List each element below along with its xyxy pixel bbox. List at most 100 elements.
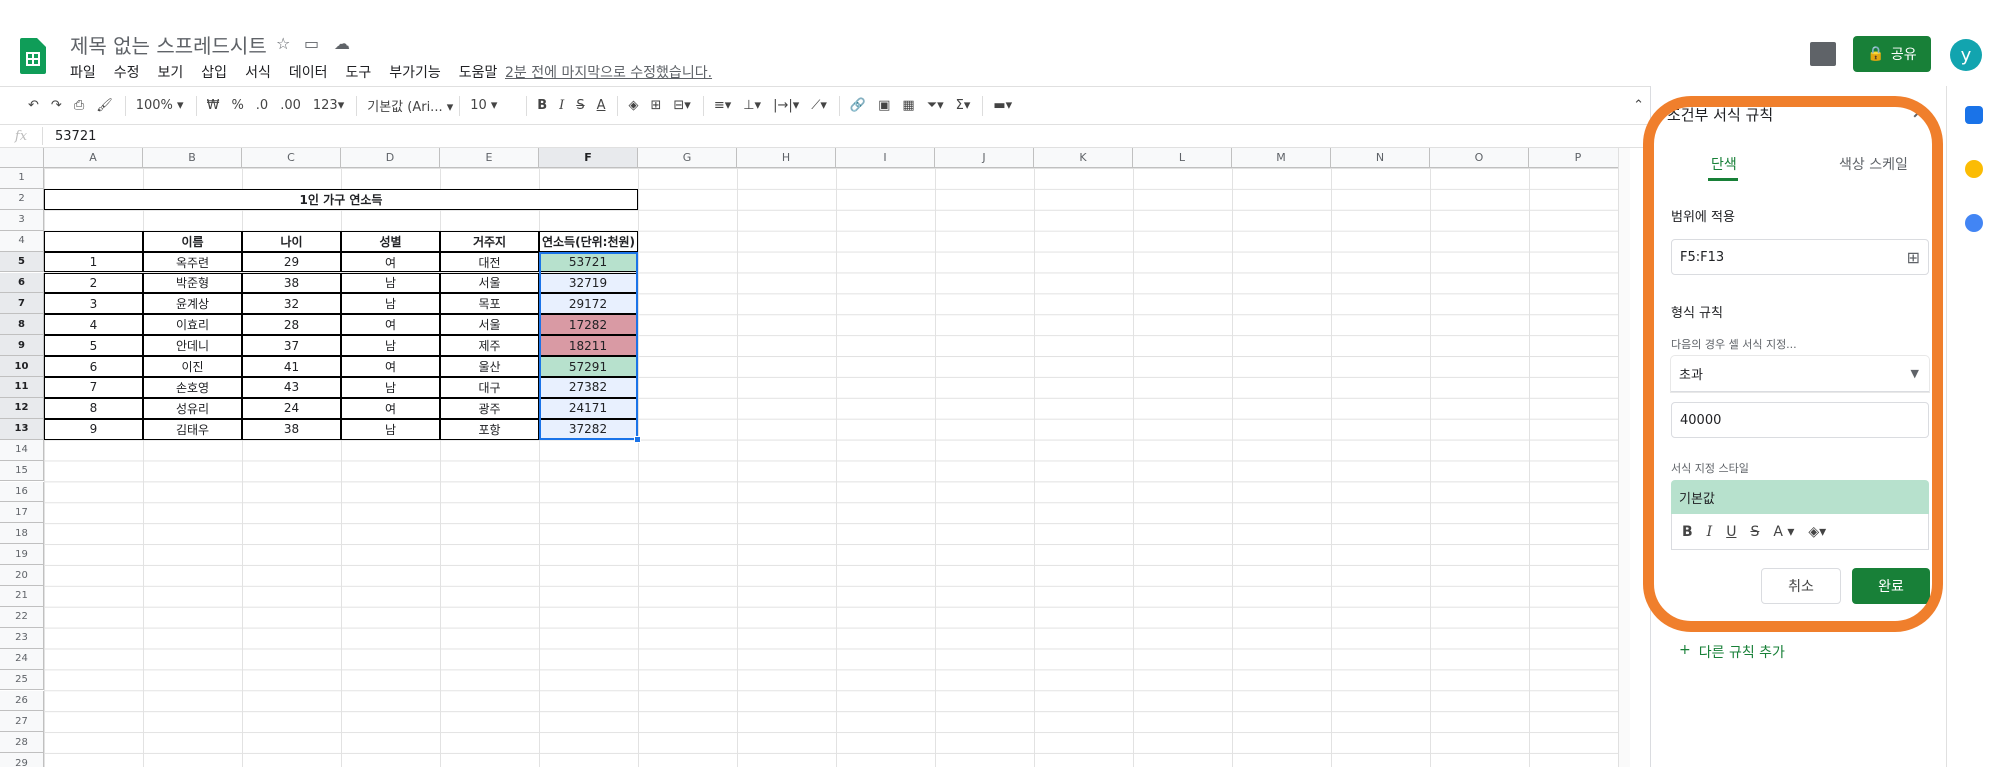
tasks-icon[interactable] <box>1965 214 1983 232</box>
menu-edit[interactable]: 수정 <box>114 62 140 82</box>
document-title[interactable]: 제목 없는 스프레드시트 <box>70 30 267 59</box>
table-cell[interactable]: 41 <box>242 356 341 377</box>
column-header[interactable]: B <box>143 148 242 168</box>
table-cell[interactable]: 옥주련 <box>143 251 242 273</box>
sheet-grid[interactable]: A B C D E F G H I J K L M N O P 1 2 3 4 5 6 7 8 9 10 11 12 13 14 15 16 1… <box>0 148 1630 767</box>
merge-cells-icon[interactable]: ⊟▾ <box>673 98 690 113</box>
column-header[interactable]: P <box>1529 148 1628 168</box>
table-cell[interactable]: 박준형 <box>143 272 242 294</box>
row-header[interactable]: 12 <box>0 397 44 419</box>
font-size-select[interactable]: 10 ▾ <box>470 98 514 113</box>
insert-link-icon[interactable]: 🔗 <box>850 98 866 113</box>
table-cell[interactable]: 28 <box>242 314 341 336</box>
row-header[interactable]: 3 <box>0 209 44 231</box>
move-folder-icon[interactable]: ▭ <box>304 34 319 53</box>
star-icon[interactable]: ☆ <box>276 34 290 53</box>
row-header[interactable]: 22 <box>0 606 44 628</box>
table-cell[interactable]: 24 <box>242 397 341 419</box>
row-header[interactable]: 2 <box>0 188 44 210</box>
text-color-button[interactable]: A <box>597 98 606 113</box>
print-icon[interactable]: ⎙ <box>74 98 84 113</box>
column-header[interactable]: I <box>836 148 935 168</box>
undo-icon[interactable]: ↶ <box>28 98 39 113</box>
table-cell[interactable]: 이진 <box>143 356 242 377</box>
row-header[interactable]: 26 <box>0 690 44 712</box>
fill-handle[interactable] <box>634 435 641 443</box>
font-select[interactable]: 기본값 (Ari... ▾ <box>367 96 453 115</box>
sheets-logo-icon[interactable] <box>20 38 46 74</box>
column-header[interactable]: E <box>440 148 539 168</box>
keep-icon[interactable] <box>1965 160 1983 178</box>
menu-file[interactable]: 파일 <box>70 62 96 82</box>
table-cell[interactable]: 2 <box>44 272 143 294</box>
income-cell[interactable]: 17282 <box>539 314 638 336</box>
comment-history-icon[interactable] <box>1810 42 1836 66</box>
decrease-decimal-button[interactable]: .0 <box>256 98 268 113</box>
row-header[interactable]: 29 <box>0 753 44 767</box>
row-header[interactable]: 15 <box>0 460 44 482</box>
share-button[interactable]: 🔒 공유 <box>1853 36 1931 72</box>
row-header[interactable]: 1 <box>0 168 44 189</box>
input-tools-icon[interactable]: ▬▾ <box>993 98 1012 113</box>
income-cell[interactable]: 53721 <box>539 251 638 273</box>
horizontal-align-icon[interactable]: ≡▾ <box>714 98 731 113</box>
insert-comment-icon[interactable]: ▣ <box>878 98 890 113</box>
menu-format[interactable]: 서식 <box>245 62 271 82</box>
italic-button[interactable]: I <box>559 98 564 113</box>
row-header[interactable]: 28 <box>0 732 44 754</box>
table-cell[interactable]: 광주 <box>440 397 539 419</box>
table-cell[interactable]: 29 <box>242 251 341 273</box>
table-cell[interactable]: 32 <box>242 293 341 315</box>
table-cell[interactable]: 37 <box>242 335 341 357</box>
add-rule-link[interactable]: + 다른 규칙 추가 <box>1679 642 1785 662</box>
row-header[interactable]: 5 <box>0 251 44 273</box>
table-header-cell[interactable]: 연소득(단위:천원) <box>539 230 638 252</box>
column-header[interactable]: J <box>935 148 1034 168</box>
table-cell[interactable]: 여 <box>341 397 440 419</box>
row-header[interactable]: 24 <box>0 648 44 670</box>
table-cell[interactable]: 남 <box>341 377 440 398</box>
column-header[interactable]: F <box>539 148 638 168</box>
income-cell[interactable]: 57291 <box>539 356 638 377</box>
row-header[interactable]: 25 <box>0 669 44 691</box>
row-header[interactable]: 21 <box>0 586 44 607</box>
column-header[interactable]: N <box>1331 148 1430 168</box>
table-cell[interactable]: 43 <box>242 377 341 398</box>
table-cell[interactable]: 이효리 <box>143 314 242 336</box>
income-cell[interactable]: 29172 <box>539 293 638 315</box>
menu-help[interactable]: 도움말 <box>459 62 498 82</box>
income-cell[interactable]: 24171 <box>539 397 638 419</box>
table-cell[interactable]: 38 <box>242 418 341 440</box>
table-header-cell[interactable]: 거주지 <box>440 230 539 252</box>
row-header[interactable]: 11 <box>0 377 44 398</box>
table-cell[interactable]: 4 <box>44 314 143 336</box>
row-header[interactable]: 10 <box>0 356 44 377</box>
bold-button[interactable]: B <box>537 98 547 113</box>
table-cell[interactable]: 7 <box>44 377 143 398</box>
table-cell[interactable]: 9 <box>44 418 143 440</box>
redo-icon[interactable]: ↷ <box>51 98 62 113</box>
table-cell[interactable]: 제주 <box>440 335 539 357</box>
table-cell[interactable]: 남 <box>341 272 440 294</box>
income-cell[interactable]: 32719 <box>539 272 638 294</box>
column-header[interactable]: L <box>1133 148 1232 168</box>
table-cell[interactable]: 여 <box>341 314 440 336</box>
text-wrap-icon[interactable]: |→|▾ <box>773 98 799 113</box>
table-cell[interactable]: 윤계상 <box>143 293 242 315</box>
row-header[interactable]: 6 <box>0 272 44 294</box>
menu-view[interactable]: 보기 <box>158 62 184 82</box>
column-header[interactable]: D <box>341 148 440 168</box>
column-header[interactable]: O <box>1430 148 1529 168</box>
row-header[interactable]: 16 <box>0 481 44 503</box>
table-title[interactable]: 1인 가구 연소득 <box>44 188 638 210</box>
table-cell[interactable]: 대구 <box>440 377 539 398</box>
row-header[interactable]: 7 <box>0 293 44 315</box>
fill-color-icon[interactable]: ◈ <box>628 98 638 113</box>
row-header[interactable]: 19 <box>0 544 44 566</box>
table-cell[interactable]: 울산 <box>440 356 539 377</box>
table-header-cell[interactable] <box>44 230 143 252</box>
row-header[interactable]: 9 <box>0 335 44 357</box>
text-rotation-icon[interactable]: ⟋▾ <box>811 98 827 113</box>
table-cell[interactable]: 38 <box>242 272 341 294</box>
table-cell[interactable]: 목포 <box>440 293 539 315</box>
